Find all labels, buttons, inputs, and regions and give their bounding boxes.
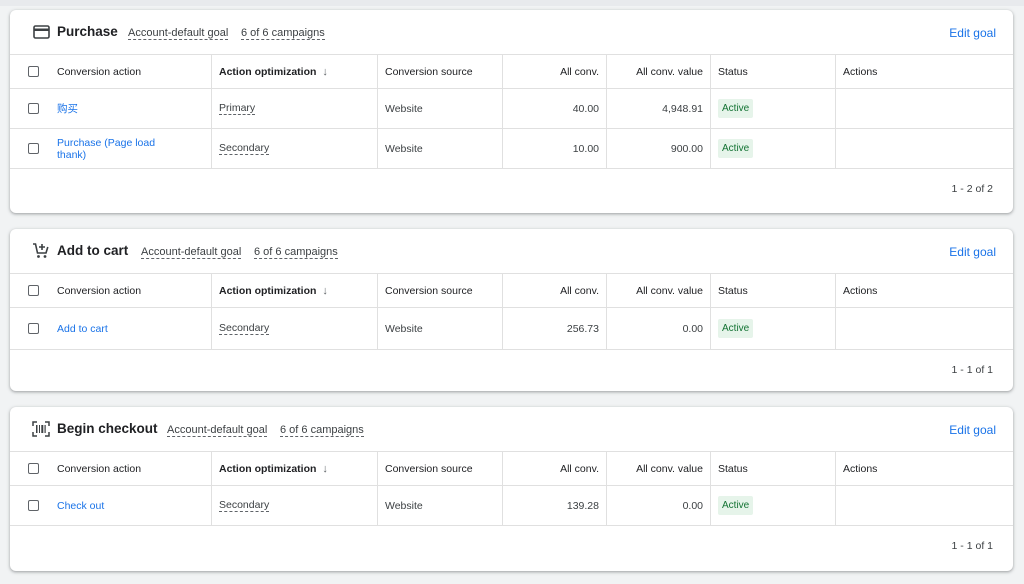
source-value: Website xyxy=(377,89,502,128)
select-all-checkbox[interactable] xyxy=(27,66,39,77)
pagination-label: 1 - 1 of 1 xyxy=(951,540,993,552)
row-checkbox[interactable] xyxy=(27,143,39,154)
top-divider xyxy=(0,0,1024,6)
col-conversion-source[interactable]: Conversion source xyxy=(377,452,502,485)
source-value: Website xyxy=(377,129,502,168)
table-header: Conversion action Action optimization ↓ C… xyxy=(10,274,1013,308)
pagination-label: 1 - 1 of 1 xyxy=(951,364,993,376)
conversion-action-link[interactable]: Add to cart xyxy=(57,323,108,335)
all-conv-value-value: 0.00 xyxy=(606,486,710,525)
optimization-value[interactable]: Secondary xyxy=(219,322,270,335)
goal-card-add-to-cart: Add to cart Account-default goal 6 of 6 … xyxy=(10,229,1013,391)
col-action-optimization[interactable]: Action optimization ↓ xyxy=(211,274,377,307)
pagination-label: 1 - 2 of 2 xyxy=(951,183,993,195)
col-conversion-source[interactable]: Conversion source xyxy=(377,274,502,307)
col-conversion-action[interactable]: Conversion action xyxy=(56,452,211,485)
source-value: Website xyxy=(377,308,502,349)
all-conv-value-value: 900.00 xyxy=(606,129,710,168)
goal-title: Purchase xyxy=(57,24,118,39)
conversion-action-link[interactable]: Check out xyxy=(57,500,104,512)
col-status[interactable]: Status xyxy=(710,55,835,88)
conversion-action-link[interactable]: 购买 xyxy=(57,103,78,115)
pagination: 1 - 1 of 1 xyxy=(10,350,1013,391)
default-goal-label[interactable]: Account-default goal xyxy=(167,424,268,437)
table-row: Add to cart Secondary Website 256.73 0.0… xyxy=(10,308,1013,350)
col-actions: Actions xyxy=(835,274,1013,307)
arrow-down-icon: ↓ xyxy=(322,284,328,297)
col-conversion-source[interactable]: Conversion source xyxy=(377,55,502,88)
all-conv-value-value: 4,948.91 xyxy=(606,89,710,128)
col-status[interactable]: Status xyxy=(710,452,835,485)
col-actions: Actions xyxy=(835,55,1013,88)
barcode-scanner-icon xyxy=(32,420,50,438)
row-checkbox[interactable] xyxy=(27,103,39,114)
all-conv-value: 40.00 xyxy=(502,89,606,128)
edit-goal-button[interactable]: Edit goal xyxy=(949,26,996,40)
all-conv-value-value: 0.00 xyxy=(606,308,710,349)
row-checkbox[interactable] xyxy=(27,323,39,334)
add-to-cart-icon xyxy=(32,242,50,260)
arrow-down-icon: ↓ xyxy=(322,65,328,78)
col-all-conv[interactable]: All conv. xyxy=(502,55,606,88)
table-row: Purchase (Page load thank) Secondary Web… xyxy=(10,129,1013,169)
col-all-conv[interactable]: All conv. xyxy=(502,274,606,307)
status-badge: Active xyxy=(718,319,754,338)
pagination: 1 - 1 of 1 xyxy=(10,526,1013,567)
goal-card-begin-checkout: Begin checkout Account-default goal 6 of… xyxy=(10,407,1013,571)
status-badge: Active xyxy=(718,99,754,118)
optimization-value[interactable]: Primary xyxy=(219,102,256,115)
actions-cell xyxy=(835,129,1013,168)
col-action-optimization[interactable]: Action optimization ↓ xyxy=(211,55,377,88)
col-all-conv-value[interactable]: All conv. value xyxy=(606,452,710,485)
optimization-value[interactable]: Secondary xyxy=(219,142,270,155)
actions-cell xyxy=(835,308,1013,349)
select-all-checkbox[interactable] xyxy=(27,463,39,474)
campaigns-label[interactable]: 6 of 6 campaigns xyxy=(280,424,364,437)
goal-header: Add to cart Account-default goal 6 of 6 … xyxy=(10,229,1013,274)
col-action-optimization[interactable]: Action optimization ↓ xyxy=(211,452,377,485)
optimization-value[interactable]: Secondary xyxy=(219,499,270,512)
col-conversion-action[interactable]: Conversion action xyxy=(56,274,211,307)
source-value: Website xyxy=(377,486,502,525)
campaigns-label[interactable]: 6 of 6 campaigns xyxy=(254,246,338,259)
status-badge: Active xyxy=(718,139,754,158)
credit-card-icon xyxy=(32,23,50,41)
edit-goal-button[interactable]: Edit goal xyxy=(949,245,996,259)
goal-title: Add to cart xyxy=(57,243,129,258)
actions-cell xyxy=(835,89,1013,128)
status-badge: Active xyxy=(718,496,754,515)
default-goal-label[interactable]: Account-default goal xyxy=(141,246,242,259)
table-header: Conversion action Action optimization ↓ C… xyxy=(10,452,1013,486)
table-row: Check out Secondary Website 139.28 0.00 … xyxy=(10,486,1013,526)
col-all-conv-value[interactable]: All conv. value xyxy=(606,55,710,88)
pagination: 1 - 2 of 2 xyxy=(10,169,1013,210)
col-all-conv[interactable]: All conv. xyxy=(502,452,606,485)
col-all-conv-value[interactable]: All conv. value xyxy=(606,274,710,307)
campaigns-label[interactable]: 6 of 6 campaigns xyxy=(241,27,325,40)
all-conv-value: 10.00 xyxy=(502,129,606,168)
table-header: Conversion action Action optimization ↓ C… xyxy=(10,55,1013,89)
select-all-checkbox[interactable] xyxy=(27,285,39,296)
goal-title: Begin checkout xyxy=(57,421,158,436)
goal-header: Begin checkout Account-default goal 6 of… xyxy=(10,407,1013,452)
table-row: 购买 Primary Website 40.00 4,948.91 Active xyxy=(10,89,1013,129)
col-status[interactable]: Status xyxy=(710,274,835,307)
goal-header: Purchase Account-default goal 6 of 6 cam… xyxy=(10,10,1013,55)
actions-cell xyxy=(835,486,1013,525)
all-conv-value: 256.73 xyxy=(502,308,606,349)
arrow-down-icon: ↓ xyxy=(322,462,328,475)
goal-card-purchase: Purchase Account-default goal 6 of 6 cam… xyxy=(10,10,1013,213)
col-actions: Actions xyxy=(835,452,1013,485)
default-goal-label[interactable]: Account-default goal xyxy=(128,27,229,40)
all-conv-value: 139.28 xyxy=(502,486,606,525)
edit-goal-button[interactable]: Edit goal xyxy=(949,423,996,437)
col-conversion-action[interactable]: Conversion action xyxy=(56,55,211,88)
row-checkbox[interactable] xyxy=(27,500,39,511)
conversion-action-link[interactable]: Purchase (Page load thank) xyxy=(57,137,157,161)
